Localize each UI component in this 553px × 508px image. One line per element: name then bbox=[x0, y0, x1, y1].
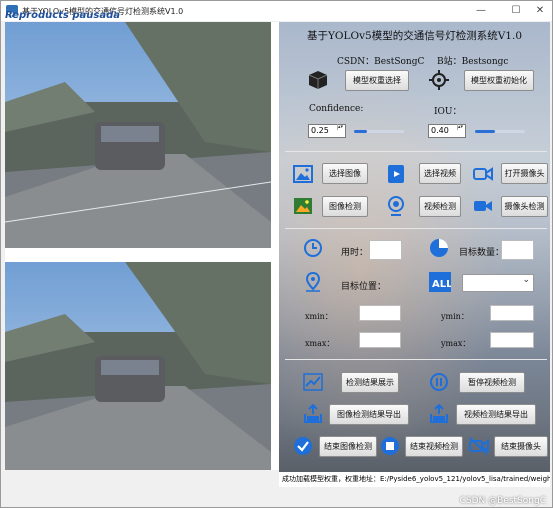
open-camera-button[interactable]: 打开摄像头 bbox=[501, 163, 548, 184]
select-video-button[interactable]: 选择视频 bbox=[419, 163, 461, 184]
detect-image-button[interactable]: 图像检测 bbox=[322, 196, 368, 217]
webcam-icon bbox=[388, 196, 404, 216]
iou-label: IOU： bbox=[434, 107, 462, 117]
watermark-logo: Reproducts pausada bbox=[5, 10, 120, 21]
video-camera-icon bbox=[474, 201, 492, 211]
close-icon[interactable]: ✕ bbox=[534, 5, 546, 17]
confidence-slider-fill bbox=[354, 130, 367, 133]
image-detect-icon bbox=[294, 198, 312, 214]
export-video-results-button[interactable]: 视频检测结果导出 bbox=[456, 404, 536, 425]
ymin-value bbox=[490, 305, 534, 321]
check-circle-icon bbox=[294, 437, 312, 455]
image-icon bbox=[293, 165, 313, 183]
iou-spinbox[interactable]: 0.40 bbox=[428, 124, 466, 138]
divider bbox=[285, 228, 547, 229]
detection-image-view bbox=[5, 262, 271, 470]
location-pin-icon bbox=[305, 272, 321, 292]
pause-video-button[interactable]: 暂停视频检测 bbox=[459, 372, 525, 393]
control-panel: 基于YOLOv5模型的交通信号灯检测系统V1.0 CSDN：BestSongC … bbox=[279, 22, 550, 472]
footer-credit: CSDN @BestSongC bbox=[459, 496, 546, 506]
export-video-icon bbox=[430, 404, 448, 423]
maximize-icon[interactable]: ☐ bbox=[510, 5, 522, 17]
stop-video-detect-button[interactable]: 结束视频检测 bbox=[405, 436, 463, 457]
export-image-results-button[interactable]: 图像检测结果导出 bbox=[329, 404, 409, 425]
stop-image-detect-button[interactable]: 结束图像检测 bbox=[319, 436, 377, 457]
app-title: 基于YOLOv5模型的交通信号灯检测系统V1.0 bbox=[306, 30, 522, 42]
minimize-icon[interactable]: — bbox=[475, 5, 487, 17]
ymax-value bbox=[490, 332, 534, 348]
confidence-label: Confidence: bbox=[309, 104, 364, 114]
video-file-icon bbox=[388, 165, 404, 183]
count-label: 目标数量： bbox=[459, 248, 505, 258]
iou-slider[interactable] bbox=[475, 130, 525, 133]
iou-slider-fill bbox=[475, 130, 495, 133]
main-window: 基于YOLOv5模型的交通信号灯检测系统V1.0 — ☐ ✕ Reproduct… bbox=[0, 0, 553, 508]
xmax-label: xmax： bbox=[305, 339, 335, 348]
pie-chart-icon bbox=[430, 239, 448, 257]
time-label: 用时： bbox=[341, 248, 369, 258]
target-position-dropdown[interactable] bbox=[462, 274, 534, 292]
divider bbox=[285, 359, 547, 360]
xmin-label: xmin： bbox=[305, 312, 333, 321]
time-value bbox=[369, 240, 402, 260]
svg-text:ALL: ALL bbox=[432, 279, 451, 290]
camera-icon bbox=[473, 167, 493, 181]
confidence-slider[interactable] bbox=[354, 130, 404, 133]
count-value bbox=[501, 240, 534, 260]
stop-circle-icon bbox=[381, 437, 399, 455]
pause-icon bbox=[430, 373, 448, 391]
original-image-view bbox=[5, 22, 271, 248]
status-bar: 成功加载模型权重，权重地址：E:/Pyside6_yolov5_121/yolo… bbox=[279, 472, 550, 487]
ymin-label: ymin： bbox=[441, 312, 469, 321]
clock-icon bbox=[304, 239, 322, 257]
ymax-label: ymax： bbox=[441, 339, 471, 348]
select-image-button[interactable]: 选择图像 bbox=[322, 163, 368, 184]
line-chart-icon bbox=[303, 373, 323, 391]
target-icon bbox=[429, 70, 449, 90]
model-init-button[interactable]: 模型权重初始化 bbox=[464, 70, 534, 91]
csdn-label: CSDN：BestSongC bbox=[337, 57, 425, 67]
divider bbox=[285, 151, 547, 152]
all-objects-icon: ALL bbox=[429, 272, 451, 292]
cube-icon bbox=[308, 71, 328, 89]
detect-camera-button[interactable]: 摄像头检测 bbox=[501, 196, 548, 217]
camera-off-icon bbox=[469, 437, 489, 455]
xmax-value bbox=[359, 332, 401, 348]
position-label: 目标位置： bbox=[341, 282, 387, 292]
show-results-button[interactable]: 检测结果展示 bbox=[341, 372, 399, 393]
detect-video-button[interactable]: 视频检测 bbox=[419, 196, 461, 217]
export-icon bbox=[304, 404, 322, 423]
confidence-spinbox[interactable]: 0.25 bbox=[308, 124, 346, 138]
stop-camera-button[interactable]: 结束摄像头 bbox=[494, 436, 548, 457]
xmin-value bbox=[359, 305, 401, 321]
display-panel bbox=[5, 22, 279, 470]
bstation-label: B站：Bestsongc bbox=[437, 57, 509, 67]
model-select-button[interactable]: 模型权重选择 bbox=[345, 70, 409, 91]
